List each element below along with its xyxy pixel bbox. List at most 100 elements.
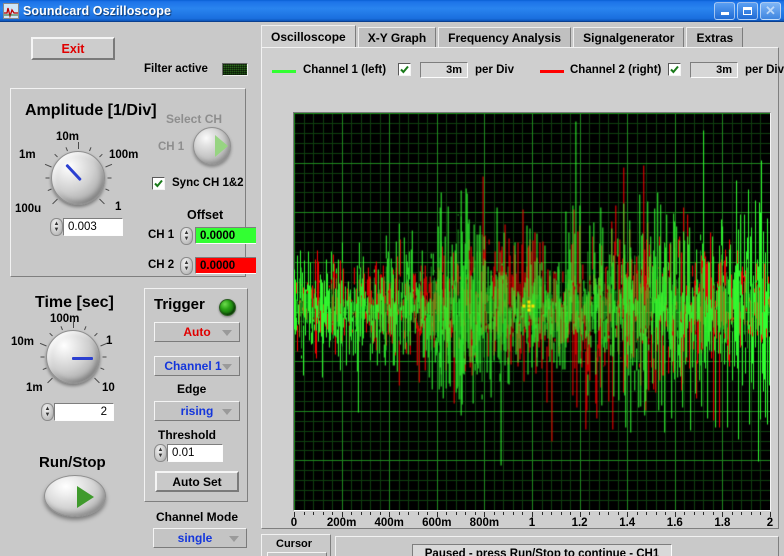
knob-tick: [93, 333, 98, 337]
time-value-field[interactable]: ▲ ▼ 2: [41, 403, 114, 421]
threshold-spinner[interactable]: ▲ ▼: [154, 444, 167, 462]
x-axis-tick-label: 1.2: [571, 517, 588, 529]
amplitude-spinner[interactable]: ▲ ▼: [50, 218, 63, 236]
offset-ch2-label: CH 2: [148, 259, 175, 271]
cursor-combo[interactable]: Off: [267, 552, 327, 556]
x-axis-tick-label: 600m: [422, 517, 452, 529]
x-axis-tick-label: 1: [528, 517, 536, 529]
trigger-led: [219, 299, 236, 316]
threshold-value[interactable]: 0.01: [167, 444, 223, 462]
sync-label: Sync CH 1&2: [172, 177, 244, 189]
time-title: Time [sec]: [35, 294, 114, 311]
minimize-icon[interactable]: [714, 1, 735, 20]
channel-mode-combo[interactable]: single: [153, 528, 247, 548]
offset-ch1-spinner[interactable]: ▲ ▼: [180, 227, 193, 245]
oscilloscope-plot[interactable]: [293, 112, 771, 511]
trigger-mode-combo[interactable]: Auto: [154, 322, 240, 342]
time-knob[interactable]: [46, 330, 100, 384]
trigger-source-combo[interactable]: Channel 1: [154, 356, 240, 376]
oscilloscope-tab-page: Channel 1 (left) 3m per Div Channel 2 (r…: [261, 47, 784, 552]
trigger-edge-combo[interactable]: rising: [154, 401, 240, 421]
amplitude-value-field[interactable]: ▲ ▼ 0.003: [50, 218, 123, 236]
channel2-per-div-label: per Div: [745, 64, 784, 76]
maximize-icon[interactable]: [737, 1, 758, 20]
tab-xy-graph[interactable]: X-Y Graph: [357, 27, 437, 48]
knob-tick: [40, 342, 47, 347]
channel2-checkbox[interactable]: [668, 63, 681, 76]
channel1-per-div-label: per Div: [475, 64, 514, 76]
close-icon[interactable]: ✕: [760, 1, 781, 20]
channel1-label: Channel 1 (left): [303, 64, 387, 76]
amplitude-title: Amplitude [1/Div]: [25, 102, 157, 119]
threshold-field[interactable]: ▲ ▼ 0.01: [154, 444, 223, 462]
time-knob-label-1: 1: [106, 335, 113, 347]
exit-button[interactable]: Exit: [31, 37, 115, 60]
time-knob-label-100m: 100m: [50, 313, 80, 325]
knob-tick: [78, 142, 79, 149]
offset-ch1-value[interactable]: 0.0000: [195, 227, 259, 244]
knob-tick: [89, 147, 92, 152]
x-axis-tick-label: 800m: [469, 517, 500, 529]
select-ch-label: Select CH: [166, 112, 223, 126]
status-message: Paused - press Run/Stop to continue - CH…: [412, 544, 672, 556]
knob-tick: [40, 356, 45, 358]
cursor-group: Cursor Off: [261, 534, 331, 556]
select-ch-wedge-icon: [215, 135, 228, 157]
amplitude-value[interactable]: 0.003: [63, 218, 123, 236]
x-axis: 0 200m 400m 600m 800m 1 1.2 1.4 1.6 1.8 2: [290, 512, 774, 534]
knob-tick: [47, 377, 54, 383]
checkmark-icon: [154, 179, 163, 188]
knob-tick: [42, 367, 47, 371]
time-value[interactable]: 2: [54, 403, 114, 421]
knob-tick: [45, 177, 50, 179]
channel1-checkbox[interactable]: [398, 63, 411, 76]
checkmark-icon: [400, 65, 409, 74]
knob-tick: [102, 356, 107, 358]
channel1-color-swatch: [272, 70, 296, 73]
knob-tick: [107, 177, 112, 179]
amplitude-knob[interactable]: [51, 151, 105, 205]
amplitude-knob-label-100u: 100u: [15, 203, 42, 215]
window-controls: ✕: [714, 1, 784, 20]
chevron-down-icon: [222, 364, 232, 370]
sync-checkbox[interactable]: [152, 177, 165, 190]
tab-oscilloscope[interactable]: Oscilloscope: [261, 25, 356, 48]
chevron-down-icon: [229, 536, 239, 542]
knob-tick: [60, 326, 63, 331]
time-knob-label-10m: 10m: [11, 336, 35, 348]
select-ch-knob[interactable]: [193, 127, 231, 165]
trigger-mode-value: Auto: [183, 325, 211, 339]
knob-tick: [73, 321, 74, 328]
display-panel: Oscilloscope X-Y Graph Frequency Analysi…: [256, 22, 784, 556]
scope-icon: [3, 2, 19, 19]
run-stop-button[interactable]: [44, 475, 106, 517]
chevron-down-icon: [222, 409, 232, 415]
knob-tick: [105, 188, 110, 192]
channel2-color-swatch: [540, 70, 564, 73]
tab-frequency-analysis[interactable]: Frequency Analysis: [438, 27, 572, 48]
tab-extras[interactable]: Extras: [686, 27, 744, 48]
channel-mode-label: Channel Mode: [156, 510, 239, 524]
x-axis-tick-label: 200m: [326, 517, 357, 529]
x-axis-tick-label: 1.4: [619, 517, 636, 529]
amplitude-knob-label-10m: 10m: [56, 131, 80, 143]
offset-ch1-label: CH 1: [148, 229, 175, 241]
x-axis-tick-label: 0: [290, 517, 298, 529]
auto-set-button[interactable]: Auto Set: [155, 471, 239, 492]
time-spinner[interactable]: ▲ ▼: [41, 403, 54, 421]
chevron-down-icon: [222, 330, 232, 336]
tab-signalgenerator[interactable]: Signalgenerator: [573, 27, 685, 48]
x-axis-tick-label: 2: [766, 517, 774, 529]
select-ch-value: CH 1: [158, 141, 185, 153]
offset-ch2-value[interactable]: 0.0000: [195, 257, 259, 274]
edge-label: Edge: [177, 382, 207, 396]
channel2-per-div-value[interactable]: 3m: [690, 62, 738, 78]
x-axis-tick-label: 400m: [374, 517, 404, 529]
status-group: Paused - press Run/Stop to continue - CH…: [335, 536, 779, 556]
amplitude-knob-label-100m: 100m: [109, 149, 139, 161]
channel1-per-div-value[interactable]: 3m: [420, 62, 468, 78]
knob-tick: [47, 188, 52, 192]
amplitude-knob-label-1m: 1m: [19, 149, 36, 161]
channel-mode-value: single: [177, 531, 213, 545]
offset-ch2-spinner[interactable]: ▲ ▼: [180, 257, 193, 275]
